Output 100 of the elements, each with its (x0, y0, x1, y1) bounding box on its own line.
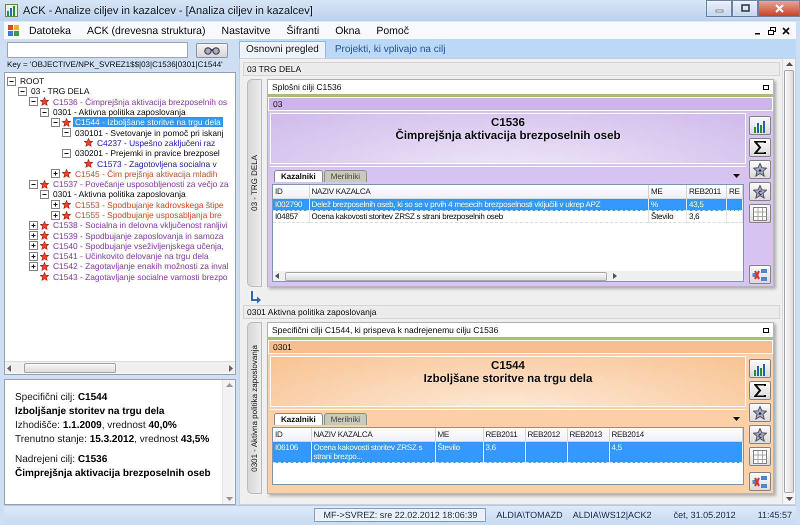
tree-item[interactable]: C1542 - Zagotavljanje enakih možnosti za inval (51, 261, 231, 272)
expander-icon[interactable] (51, 210, 60, 220)
tree-item[interactable]: C1537 - Povečanje usposobljenosti za večjo za (51, 179, 231, 190)
vertical-scrollbar[interactable] (222, 380, 235, 504)
expander-icon[interactable] (29, 241, 38, 250)
column-header[interactable]: REB2011 (686, 185, 726, 198)
bar-chart-icon (753, 362, 767, 376)
horizontal-scrollbar[interactable] (273, 271, 743, 281)
tree-item[interactable]: C1538 - Socialna in delovna vključenost ranljivi (51, 220, 230, 230)
column-header[interactable]: NAZIV KAZALCA (309, 185, 648, 198)
restore-icon[interactable] (763, 328, 769, 332)
expander-icon[interactable] (51, 169, 60, 178)
tree-item[interactable]: C1541 - Učinkovito delovanje na trgu dela (51, 251, 210, 262)
expander-icon[interactable] (29, 252, 38, 261)
restore-icon[interactable] (763, 84, 769, 90)
tree-item[interactable]: C1543 - Zagotavljanje socialne varnosti brezpo (51, 272, 230, 282)
expander-icon[interactable] (40, 108, 49, 117)
chart-button[interactable] (749, 116, 771, 135)
column-header[interactable]: ID (273, 428, 311, 442)
tree-item[interactable]: 03 - TRG DELA (29, 86, 92, 96)
table-cell: % (651, 200, 658, 209)
tree-item[interactable]: 030101 - Svetovanje in pomoč pri iskanj (73, 128, 226, 138)
expander-icon[interactable] (51, 200, 60, 210)
info-button[interactable] (749, 160, 771, 179)
column-header[interactable]: ID (273, 185, 309, 198)
maximize-icon (740, 4, 750, 13)
expander-icon[interactable] (29, 231, 38, 240)
tree-item[interactable]: C1573 - Zagotovljena socialna v (95, 158, 219, 169)
table-button[interactable] (749, 447, 771, 466)
caret-icon[interactable] (733, 417, 740, 421)
tree-item[interactable]: C1540 - Spodbujanje vseživljenjskega učenja, (51, 240, 226, 251)
tab[interactable]: Kazalniki (274, 413, 323, 425)
tree-item[interactable]: 0301 - Aktivna politika zaposlovanja (51, 189, 188, 200)
close-icon[interactable] (782, 26, 790, 34)
expander-icon[interactable] (29, 97, 38, 106)
column-header[interactable]: REB2011 (483, 428, 525, 442)
up-arrow-icon (226, 383, 232, 387)
caret-icon[interactable] (733, 174, 740, 178)
table-row[interactable]: I04857 Ocena kakovosti storitev ZRSZ s strani brezposelnih oseb Število 3,6 (273, 210, 742, 222)
goal-code: C1536 (491, 117, 525, 129)
column-header[interactable]: NAZIV KAZALCA (311, 428, 435, 442)
tab[interactable]: Merilniki (324, 413, 368, 425)
expander-icon[interactable] (18, 86, 27, 96)
tree-item[interactable]: ROOT (18, 76, 46, 86)
expander-icon[interactable] (51, 118, 60, 127)
expander-icon[interactable] (62, 128, 71, 138)
table-button[interactable] (749, 204, 771, 223)
column-header[interactable]: REB2013 (567, 428, 609, 442)
expander-icon[interactable] (7, 76, 16, 86)
hierarchy-button[interactable] (749, 265, 771, 284)
expander-icon[interactable] (62, 148, 71, 158)
comment-button[interactable] (749, 182, 771, 201)
find-button[interactable] (196, 42, 228, 58)
tab[interactable]: Merilniki (324, 170, 368, 182)
info-button[interactable] (749, 403, 771, 422)
side-tab[interactable]: 03 - TRG DELA (247, 79, 262, 287)
tree-item[interactable]: C1545 - Čim prejšnja aktivacija mladih (73, 168, 220, 179)
sum-button[interactable] (749, 138, 771, 157)
maximize-button[interactable] (732, 0, 758, 17)
restore-icon[interactable] (768, 26, 776, 34)
hierarchy-button[interactable] (749, 472, 771, 491)
tree-item[interactable]: 030201 - Prejemki in pravice brezposel (73, 148, 222, 158)
column-header[interactable]: RE (726, 185, 742, 198)
tree-item[interactable]: C1536 - Čimprejšnja aktivacija brezposelnih os (51, 96, 230, 107)
search-field[interactable] (7, 42, 188, 58)
chart-button[interactable] (749, 359, 771, 378)
star-icon (753, 184, 767, 198)
expander-icon[interactable] (29, 262, 38, 271)
right-arrow-icon (228, 364, 233, 372)
column-header[interactable]: REB2014 (609, 428, 742, 442)
column-header[interactable]: ME (648, 185, 686, 198)
menu-item[interactable]: Datoteka (22, 24, 78, 38)
expander-icon[interactable] (29, 180, 38, 189)
column-header[interactable]: ME (435, 428, 483, 442)
menu-item[interactable]: Šifranti (280, 24, 326, 38)
tree-item[interactable]: C1539 - Spodbujanje zaposlovanja in samoza (51, 230, 226, 241)
tree-item[interactable]: C1553 - Spodbujanje kadrovskega štipe (73, 200, 226, 210)
column-header[interactable]: REB2012 (525, 428, 567, 442)
panel-title: Specifični cilji C1544, ki prispeva k nadrejenemu cilju C1536 (272, 325, 498, 335)
star-icon (84, 138, 93, 148)
app-chart-icon (5, 4, 18, 17)
tab[interactable]: Projekti, ki vplivajo na cilj (328, 41, 452, 58)
menu-item[interactable]: Okna (328, 24, 368, 38)
menu-item[interactable]: Pomoč (369, 24, 416, 38)
expander-icon[interactable] (40, 190, 49, 199)
menu-item[interactable]: ACK (drevesna struktura) (80, 24, 212, 38)
side-tab[interactable]: 0301 - Aktivna politika zaposlovanja (247, 322, 262, 494)
menu-item[interactable]: Nastavitve (214, 24, 278, 38)
sum-button[interactable] (749, 381, 771, 400)
horizontal-scrollbar[interactable] (5, 361, 235, 374)
expander-icon[interactable] (29, 220, 38, 230)
section-header: 03 TRG DELA (243, 62, 780, 76)
tree-item[interactable]: 0301 - Aktivna politika zaposlovanja (51, 107, 188, 118)
tree-item[interactable]: C1555 - Spodbujanje usposabljanja bre (73, 210, 224, 220)
tab[interactable]: Kazalniki (274, 170, 323, 182)
vertical-scrollbar[interactable] (782, 59, 795, 504)
tab[interactable]: Osnovni pregled (239, 41, 326, 58)
comment-button[interactable] (749, 425, 771, 444)
close-button[interactable] (758, 0, 800, 17)
tree-item[interactable]: C4237 - Uspešno zaključeni raz (95, 138, 218, 148)
